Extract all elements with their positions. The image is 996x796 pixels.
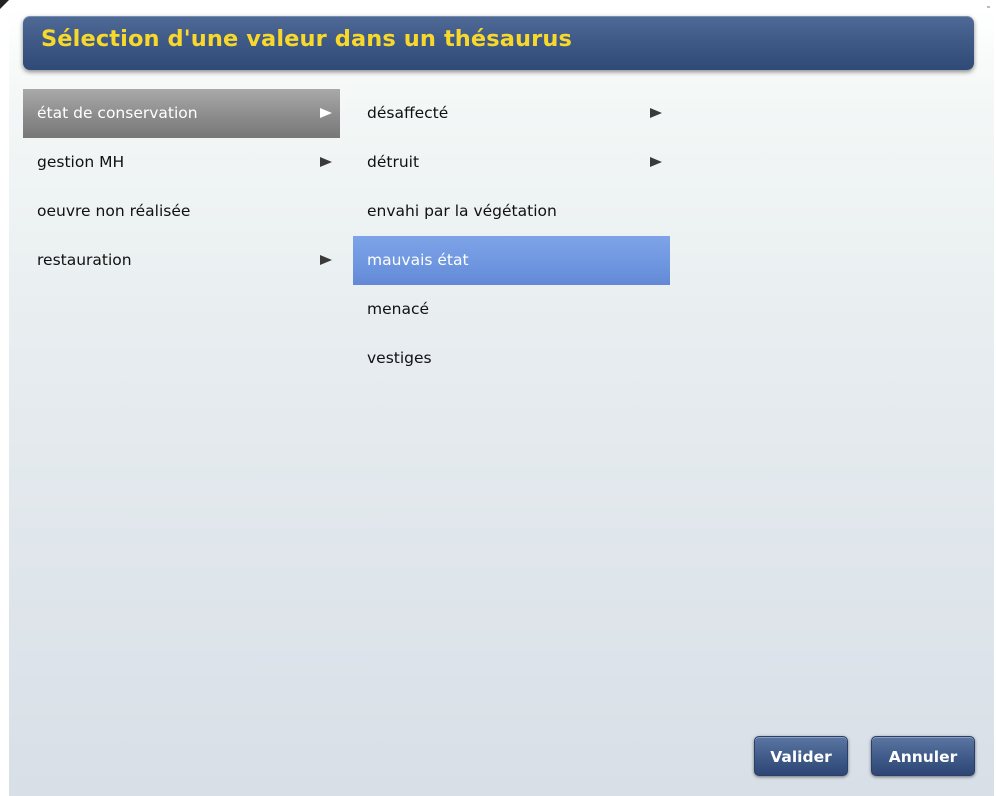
list-item-gestion-mh[interactable]: gestion MH bbox=[23, 138, 340, 187]
list-item-menace[interactable]: menacé bbox=[353, 285, 670, 334]
list-item-restauration[interactable]: restauration bbox=[23, 236, 340, 285]
list-item-label: mauvais état bbox=[367, 251, 469, 269]
submenu-arrow-icon bbox=[650, 108, 662, 118]
list-item-label: détruit bbox=[367, 153, 420, 171]
list-item-oeuvre-non-realisee[interactable]: oeuvre non réalisée bbox=[23, 187, 340, 236]
window-corner-dot bbox=[987, 6, 990, 8]
list-item-label: gestion MH bbox=[37, 153, 125, 171]
thesaurus-column-1: état de conservation gestion MH oeuvre n… bbox=[23, 89, 340, 285]
list-item-desaffecte[interactable]: désaffecté bbox=[353, 89, 670, 138]
list-item-etat-de-conservation[interactable]: état de conservation bbox=[23, 89, 340, 138]
validate-button[interactable]: Valider bbox=[754, 736, 848, 776]
list-item-label: oeuvre non réalisée bbox=[37, 202, 191, 220]
submenu-arrow-icon bbox=[320, 157, 332, 167]
thesaurus-column-2: désaffecté détruit envahi par la végétat… bbox=[353, 89, 670, 383]
submenu-arrow-icon bbox=[650, 157, 662, 167]
list-item-mauvais-etat[interactable]: mauvais état bbox=[353, 236, 670, 285]
submenu-arrow-icon bbox=[320, 255, 332, 265]
window-corner-mark bbox=[0, 0, 9, 9]
list-item-label: menacé bbox=[367, 300, 430, 318]
submenu-arrow-icon bbox=[320, 108, 332, 118]
cancel-button[interactable]: Annuler bbox=[871, 736, 975, 776]
list-item-vestiges[interactable]: vestiges bbox=[353, 334, 670, 383]
list-item-label: désaffecté bbox=[367, 104, 449, 122]
list-item-label: état de conservation bbox=[37, 104, 198, 122]
dialog-title: Sélection d'une valeur dans un thésaurus bbox=[41, 26, 572, 52]
list-item-detruit[interactable]: détruit bbox=[353, 138, 670, 187]
dialog-title-bar: Sélection d'une valeur dans un thésaurus bbox=[23, 16, 974, 70]
list-item-label: restauration bbox=[37, 251, 132, 269]
list-item-label: vestiges bbox=[367, 349, 432, 367]
list-item-envahi-par-la-vegetation[interactable]: envahi par la végétation bbox=[353, 187, 670, 236]
list-item-label: envahi par la végétation bbox=[367, 202, 557, 220]
